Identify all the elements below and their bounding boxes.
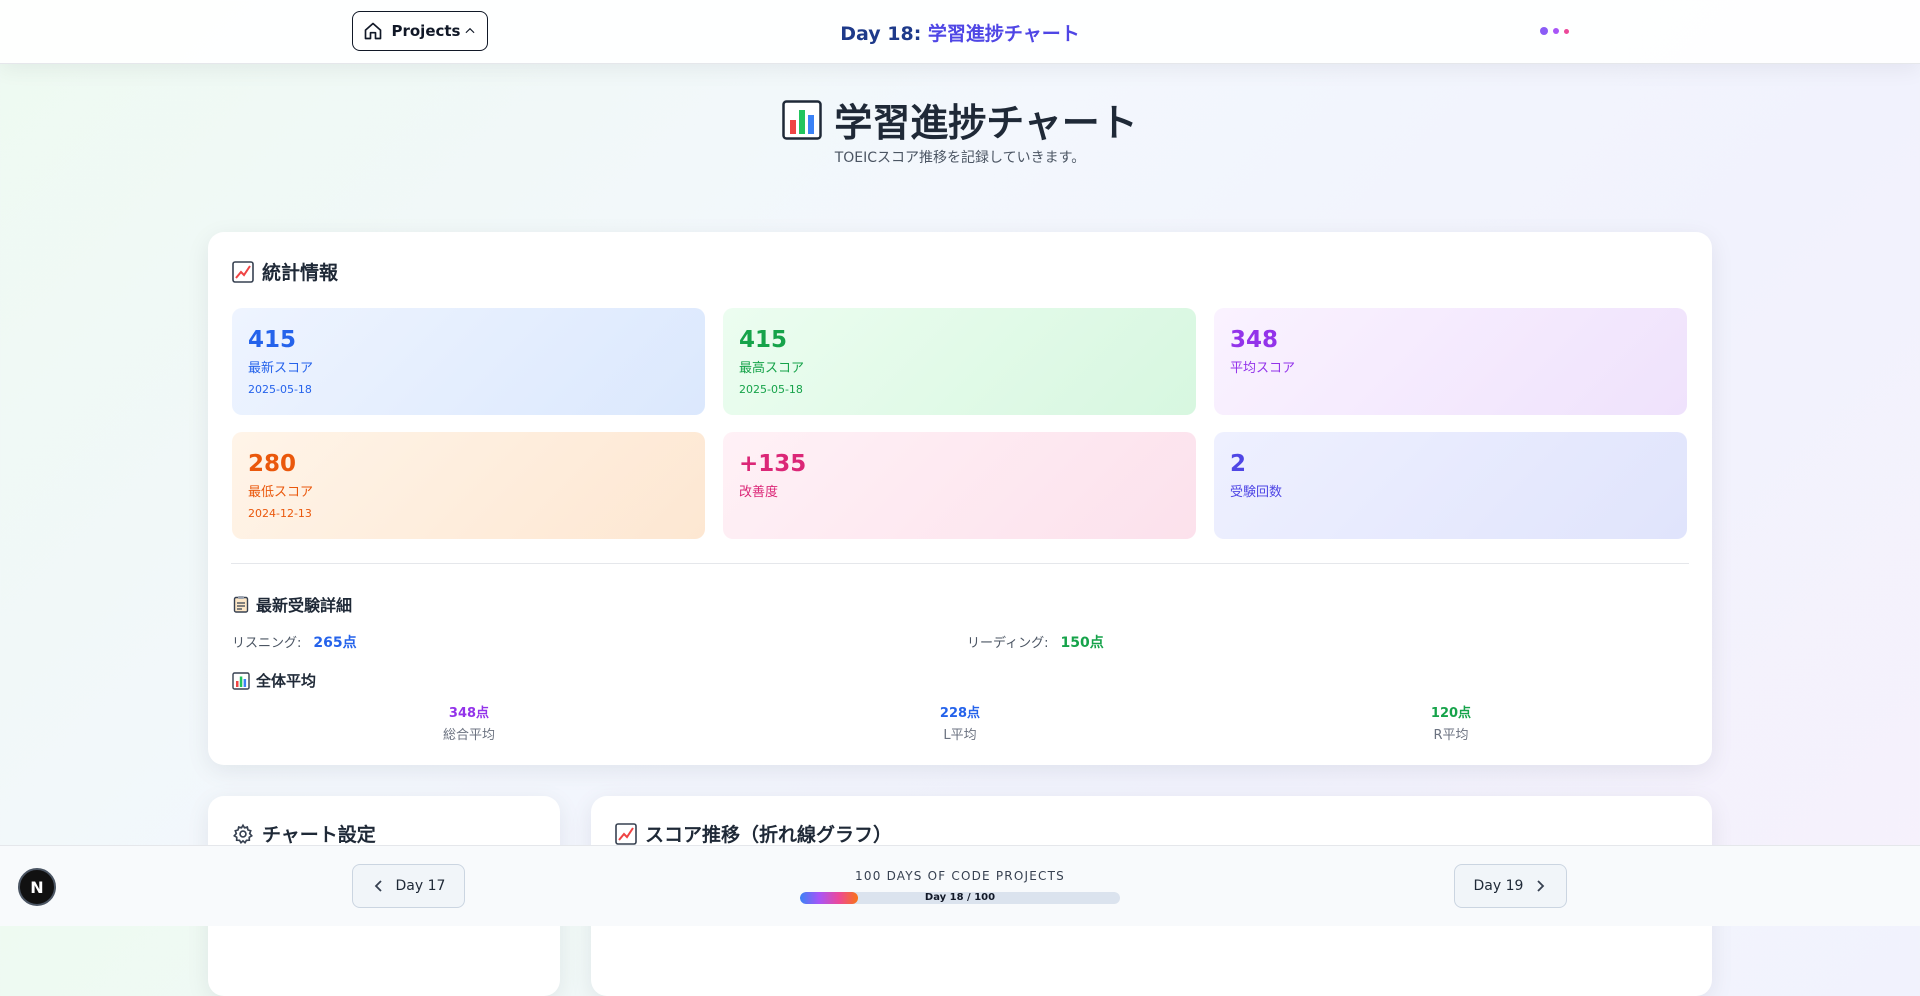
chevron-right-icon (1537, 880, 1545, 892)
latest-details-heading: 最新受験詳細 (232, 592, 352, 616)
stats-card: 統計情報 415 最新スコア 2025-05-18 415 最高スコア 2025… (208, 232, 1712, 765)
stat-label: 最新スコア (248, 361, 314, 376)
overall-average-title: 全体平均 (256, 672, 317, 690)
progress-text: Day 18 / 100 (924, 892, 996, 903)
stat-value: 415 (248, 327, 297, 353)
stat-value: 348 (1230, 327, 1279, 353)
chart-settings-title: チャート設定 (262, 824, 376, 846)
stat-date: 2024-12-13 (248, 507, 312, 520)
average-label: R平均 (1433, 728, 1469, 743)
gear-icon (233, 823, 253, 844)
average-listening: 228点 L平均 (860, 702, 1060, 743)
loading-dots (1540, 27, 1569, 35)
average-value: 120点 (1430, 706, 1472, 721)
top-bar: Projects Day 18: 学習進捗チャート (0, 0, 1920, 64)
nextjs-badge[interactable]: N (18, 868, 56, 906)
footer-nav: Day 17 100 DAYS OF CODE PROJECTS Day 18 … (0, 845, 1920, 926)
stat-label: 最高スコア (739, 361, 805, 376)
stat-tile-average: 348 平均スコア (1214, 308, 1687, 415)
page-subtitle: TOEICスコア推移を記録していきます。 (834, 150, 1086, 166)
stats-title: 統計情報 (262, 262, 339, 284)
average-value: 348点 (448, 706, 490, 721)
average-reading: 120点 R平均 (1351, 702, 1551, 743)
average-label: 総合平均 (442, 728, 495, 743)
trend-chart-icon (615, 822, 637, 845)
day-prefix: Day 18: (840, 23, 922, 45)
stat-tile-latest: 415 最新スコア 2025-05-18 (232, 308, 705, 415)
reading-value: 150点 (1060, 635, 1104, 651)
average-label: L平均 (943, 728, 977, 743)
series-label: 100 DAYS OF CODE PROJECTS (855, 869, 1065, 883)
stat-value: 415 (739, 327, 788, 353)
average-total: 348点 総合平均 (369, 702, 569, 743)
dot-3 (1564, 28, 1569, 34)
stat-tile-improvement: +135 改善度 (723, 432, 1196, 539)
next-day-label: Day 19 (1473, 878, 1524, 894)
overall-average-heading: 全体平均 (232, 670, 316, 691)
stat-tile-highest: 415 最高スコア 2025-05-18 (723, 308, 1196, 415)
page-title-text: 学習進捗チャート (834, 101, 1138, 145)
next-day-button[interactable]: Day 19 (1454, 864, 1567, 908)
score-trend-title: スコア推移（折れ線グラフ） (645, 824, 893, 846)
day-project-title: 学習進捗チャート (927, 23, 1080, 45)
stat-tile-test-count: 2 受験回数 (1214, 432, 1687, 539)
stat-label: 最低スコア (248, 485, 314, 500)
stats-heading: 統計情報 (232, 258, 338, 285)
reading-label: リーディング: (967, 636, 1049, 651)
day-title: Day 18: 学習進捗チャート (0, 19, 1920, 46)
bar-chart-icon (782, 99, 822, 140)
clipboard-icon (233, 596, 249, 613)
dot-1 (1540, 27, 1548, 35)
stat-label: 平均スコア (1230, 361, 1296, 376)
bar-chart-icon (232, 671, 250, 690)
average-value: 228点 (939, 706, 981, 721)
trend-chart-icon (232, 260, 254, 283)
stat-label: 改善度 (739, 485, 779, 500)
reading-row: リーディング: 150点 (967, 632, 1104, 652)
listening-row: リスニング: 265点 (232, 632, 357, 652)
stat-value: 2 (1230, 451, 1247, 477)
stat-value: +135 (739, 451, 807, 477)
stat-label: 受験回数 (1230, 485, 1283, 500)
listening-value: 265点 (313, 635, 357, 651)
listening-label: リスニング: (232, 636, 302, 651)
latest-details-title: 最新受験詳細 (256, 596, 353, 615)
stat-date: 2025-05-18 (248, 383, 312, 396)
page-title: 学習進捗チャート (0, 92, 1920, 147)
stat-date: 2025-05-18 (739, 383, 803, 396)
stat-value: 280 (248, 451, 297, 477)
divider (231, 563, 1689, 564)
dot-2 (1553, 28, 1559, 34)
score-trend-heading: スコア推移（折れ線グラフ） (615, 820, 892, 847)
chart-settings-heading: チャート設定 (232, 820, 376, 847)
stat-tile-lowest: 280 最低スコア 2024-12-13 (232, 432, 705, 539)
progress-bar: Day 18 / 100 (800, 892, 1120, 904)
